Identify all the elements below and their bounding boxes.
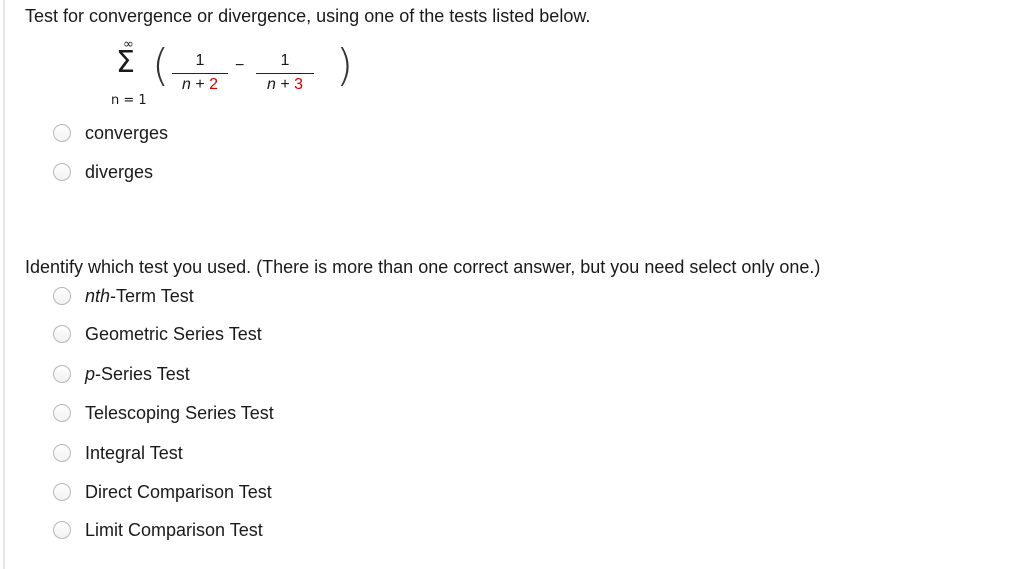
fraction-first-term: 1 n + 2 bbox=[172, 52, 228, 94]
option-label-converges: converges bbox=[85, 123, 169, 143]
identify-prompt: Identify which test you used. (There is … bbox=[25, 257, 821, 277]
option-label-nth-term-test: nth-Term Test bbox=[85, 285, 194, 307]
option-label-geometric-series-test: Geometric Series Test bbox=[85, 324, 262, 344]
second-numerator: 1 bbox=[280, 52, 290, 69]
nth-italic-text: nth bbox=[85, 286, 111, 306]
fraction-second-term: 1 n + 3 bbox=[256, 52, 314, 94]
first-denominator-variable: n bbox=[181, 76, 191, 93]
option-label-telescoping-series-test: Telescoping Series Test bbox=[85, 403, 274, 423]
second-denominator-operator: + bbox=[275, 76, 295, 93]
option-limit-comparison-test[interactable]: Limit Comparison Test bbox=[53, 518, 263, 542]
radio-p-series-test[interactable] bbox=[53, 365, 71, 383]
minus-operator: − bbox=[235, 57, 245, 74]
option-label-limit-comparison-test: Limit Comparison Test bbox=[85, 520, 263, 540]
question-prompt: Test for convergence or divergence, usin… bbox=[25, 6, 591, 26]
radio-diverges[interactable] bbox=[53, 163, 71, 181]
question-page: Test for convergence or divergence, usin… bbox=[0, 0, 1024, 569]
radio-integral-test[interactable] bbox=[53, 444, 71, 462]
second-denominator-variable: n bbox=[266, 76, 276, 93]
p-italic-text: p bbox=[85, 364, 96, 384]
option-telescoping-series-test[interactable]: Telescoping Series Test bbox=[53, 401, 274, 425]
option-label-p-series-test: p-Series Test bbox=[85, 363, 190, 385]
first-numerator: 1 bbox=[195, 52, 205, 69]
p-series-rest: -Series Test bbox=[95, 364, 190, 384]
right-paren: ) bbox=[336, 40, 354, 91]
left-border-divider bbox=[3, 0, 5, 569]
option-direct-comparison-test[interactable]: Direct Comparison Test bbox=[53, 480, 272, 504]
first-denominator-operator: + bbox=[190, 76, 210, 93]
radio-converges[interactable] bbox=[53, 124, 71, 142]
option-label-integral-test: Integral Test bbox=[85, 443, 183, 463]
option-integral-test[interactable]: Integral Test bbox=[53, 441, 183, 465]
option-label-diverges: diverges bbox=[85, 162, 154, 182]
series-formula: ∞ Σ n = 1 ( 1 n + 2 − 1 n + 3 ) bbox=[110, 36, 360, 116]
radio-geometric-series-test[interactable] bbox=[53, 325, 71, 343]
option-diverges[interactable]: diverges bbox=[53, 160, 153, 184]
sigma-symbol: Σ bbox=[116, 45, 135, 80]
option-p-series-test[interactable]: p-Series Test bbox=[53, 362, 190, 386]
radio-direct-comparison-test[interactable] bbox=[53, 483, 71, 501]
radio-telescoping-series-test[interactable] bbox=[53, 404, 71, 422]
left-paren: ( bbox=[152, 40, 170, 91]
first-denominator-value: 2 bbox=[209, 76, 219, 93]
second-denominator: n + 3 bbox=[256, 74, 314, 94]
second-denominator-value: 3 bbox=[294, 76, 304, 93]
first-denominator: n + 2 bbox=[172, 74, 228, 94]
lower-limit: n = 1 bbox=[111, 93, 147, 108]
option-converges[interactable]: converges bbox=[53, 121, 168, 145]
option-nth-term-test[interactable]: nth-Term Test bbox=[53, 284, 194, 308]
option-geometric-series-test[interactable]: Geometric Series Test bbox=[53, 322, 262, 346]
nth-term-rest: -Term Test bbox=[110, 286, 194, 306]
radio-limit-comparison-test[interactable] bbox=[53, 521, 71, 539]
option-label-direct-comparison-test: Direct Comparison Test bbox=[85, 482, 272, 502]
radio-nth-term-test[interactable] bbox=[53, 287, 71, 305]
